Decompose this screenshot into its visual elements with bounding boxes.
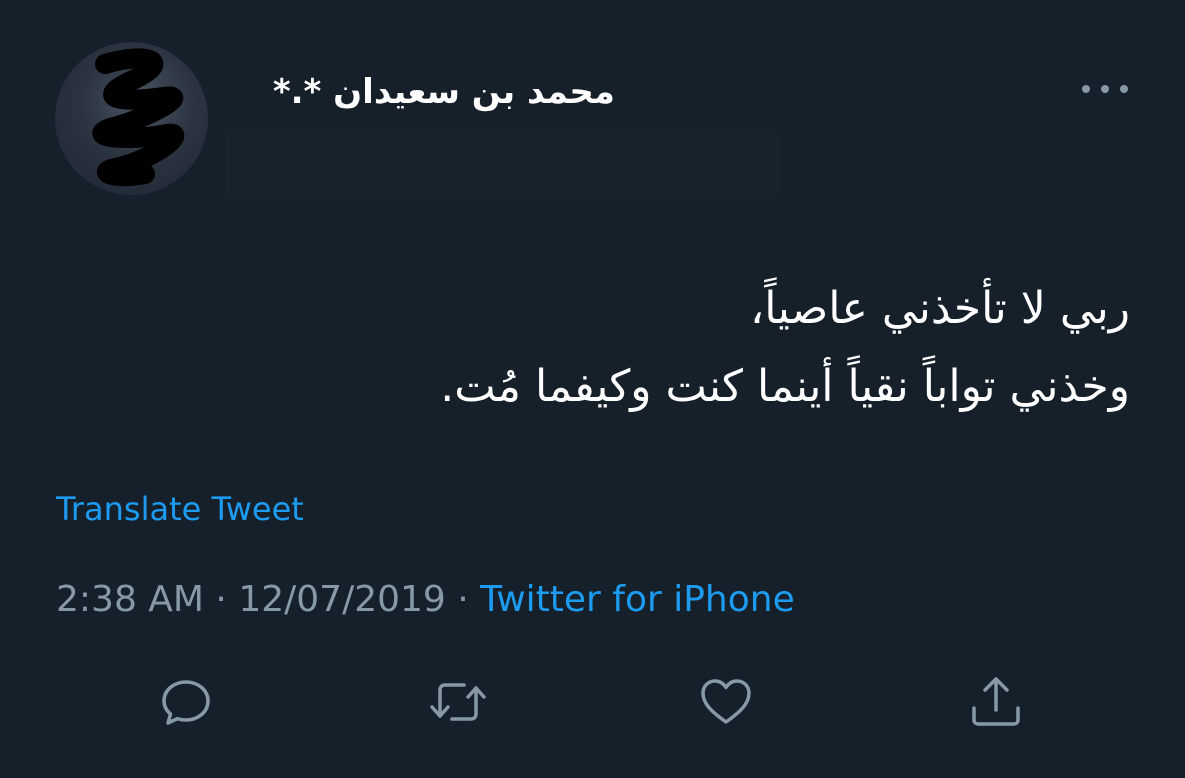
retweet-icon xyxy=(430,683,486,721)
share-button[interactable] xyxy=(968,674,1024,730)
meta-separator: · xyxy=(445,579,481,620)
translate-tweet-link[interactable]: Translate Tweet xyxy=(56,490,304,528)
like-icon xyxy=(701,679,751,724)
reply-icon xyxy=(162,680,210,725)
action-bar xyxy=(0,674,1185,730)
redacted-handle xyxy=(225,128,780,200)
tweet-time[interactable]: 2:38 AM xyxy=(56,579,204,620)
avatar[interactable] xyxy=(55,42,208,195)
meta-separator: · xyxy=(203,579,239,620)
avatar-scribble-icon xyxy=(92,48,185,187)
tweet-text: ربي لا تأخذني عاصياً، وخذني تواباً نقياً… xyxy=(440,283,1130,412)
more-options-icon[interactable] xyxy=(1082,74,1128,104)
share-icon xyxy=(972,677,1020,726)
like-button[interactable] xyxy=(698,674,754,730)
tweet-source-link[interactable]: Twitter for iPhone xyxy=(480,579,795,620)
reply-button[interactable] xyxy=(158,674,214,730)
retweet-button[interactable] xyxy=(428,674,486,730)
tweet-date[interactable]: 12/07/2019 xyxy=(238,579,446,620)
display-name[interactable]: محمد بن سعيدان *.* xyxy=(225,62,615,122)
tweet-meta: 2:38 AM · 12/07/2019 · Twitter for iPhon… xyxy=(56,579,795,620)
